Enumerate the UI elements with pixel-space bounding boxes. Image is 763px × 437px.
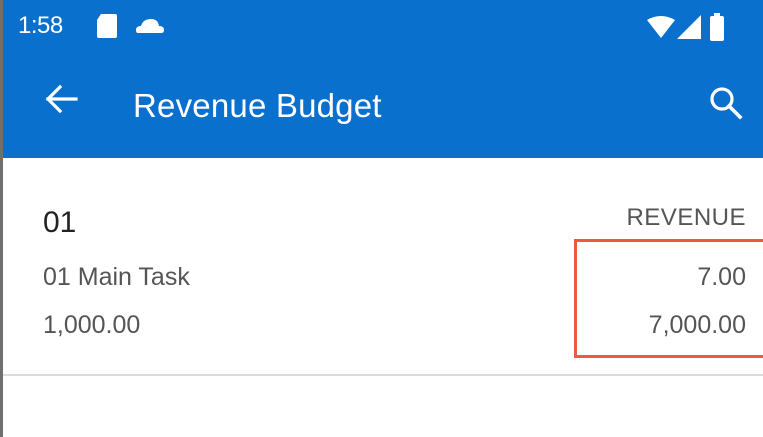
- status-bar: 1:58: [0, 0, 763, 52]
- battery-icon: [710, 13, 724, 41]
- list-divider: [0, 374, 763, 376]
- highlight-annotation: [574, 239, 763, 358]
- screen: 1:58 Revenue Budget 01 REVENUE 01 Main T…: [0, 0, 763, 437]
- item-task-name: 01 Main Task: [43, 263, 190, 291]
- item-type: REVENUE: [626, 204, 746, 231]
- back-button[interactable]: [36, 74, 86, 124]
- arrow-back-icon: [45, 84, 78, 114]
- wifi-icon: [647, 16, 675, 38]
- search-button[interactable]: [700, 78, 752, 130]
- page-title: Revenue Budget: [133, 87, 382, 124]
- budget-list-item[interactable]: 01 REVENUE 01 Main Task 1,000.00 7.00 7,…: [0, 158, 763, 376]
- signal-icon: [677, 15, 701, 39]
- cloud-icon: [136, 19, 164, 33]
- item-amount: 1,000.00: [43, 311, 141, 339]
- item-id: 01: [43, 206, 77, 239]
- sd-card-icon: [97, 14, 117, 38]
- app-bar: Revenue Budget: [0, 52, 763, 158]
- status-time: 1:58: [18, 12, 63, 39]
- search-icon: [710, 87, 743, 120]
- window-edge: [0, 0, 3, 437]
